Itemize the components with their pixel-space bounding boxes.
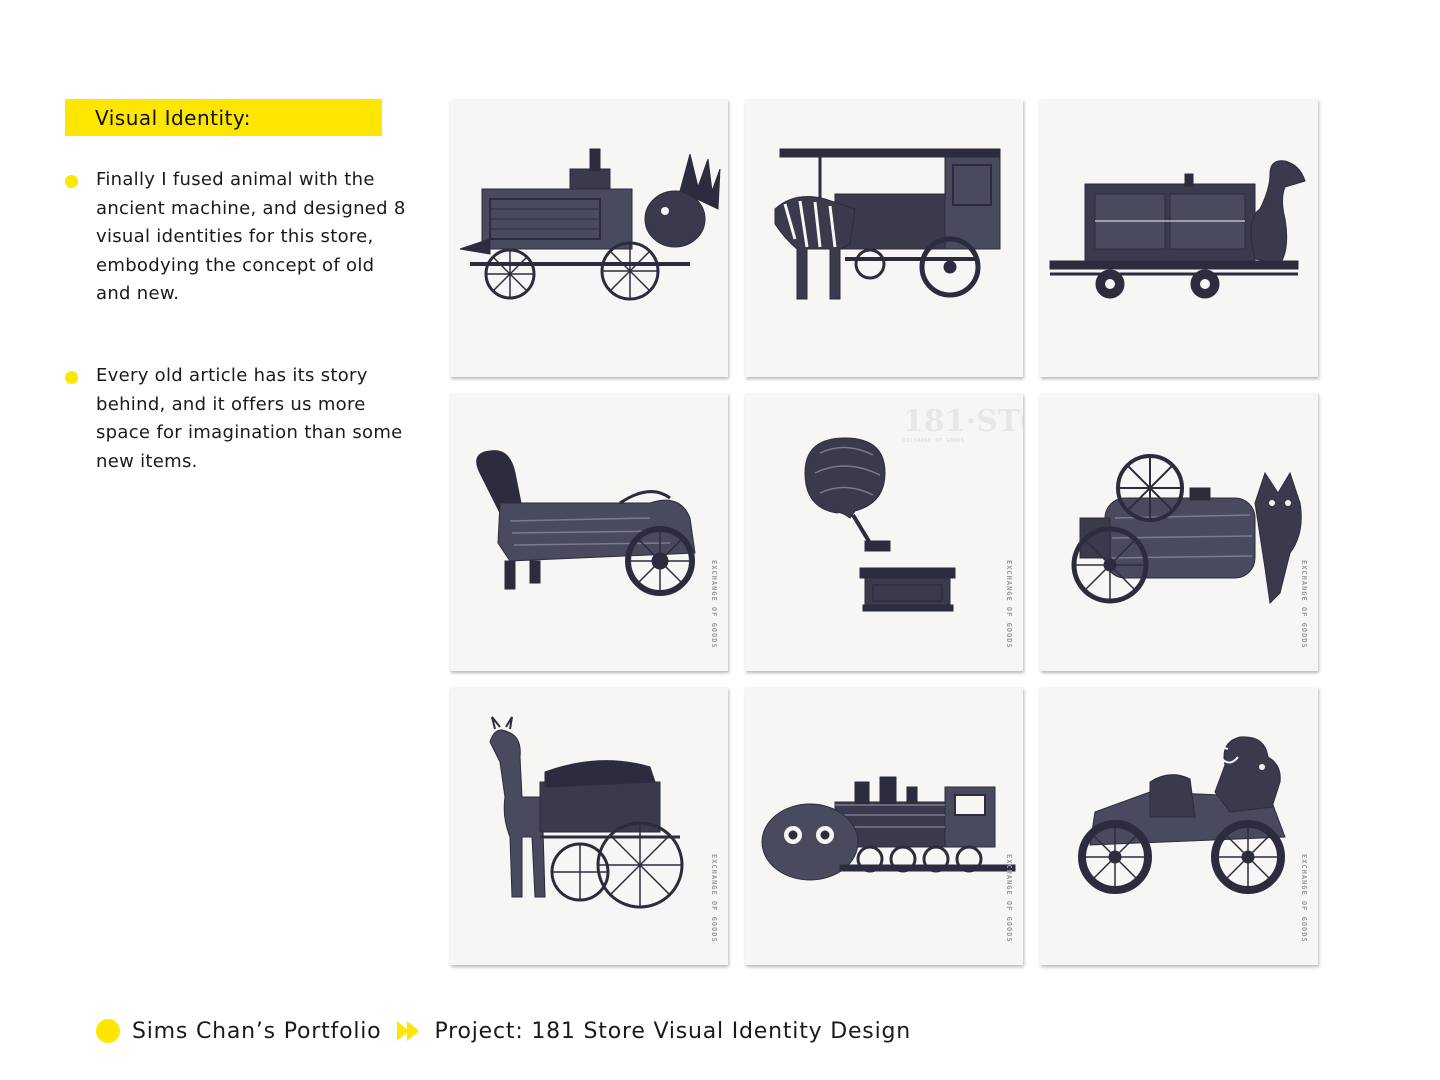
card-tag-text: EXCHANGE OF GOODS <box>710 854 718 943</box>
gramophone-illustration <box>804 437 956 612</box>
section-heading: Visual Identity: <box>65 99 382 136</box>
identity-card-monkey-locomotive[interactable]: EXCHANGE OF GOODS <box>745 687 1023 965</box>
monkey-locomotive-illustration <box>761 776 1016 881</box>
double-chevron-right-icon <box>397 1021 420 1041</box>
project-title: Project: 181 Store Visual Identity Desig… <box>434 1018 911 1044</box>
footer-dot-icon <box>96 1019 120 1043</box>
card-tag-text: EXCHANGE OF GOODS <box>1300 854 1308 943</box>
portfolio-footer: Sims Chan’s Portfolio Project: 181 Store… <box>96 1016 911 1046</box>
bullet-dot-icon <box>65 175 78 188</box>
dachshund-car-illustration <box>476 450 696 596</box>
card-tag-text: EXCHANGE OF GOODS <box>1005 560 1013 649</box>
cat-engine-illustration <box>1071 454 1302 605</box>
section-heading-text: Visual Identity: <box>95 105 251 130</box>
card-tag-text: EXCHANGE OF GOODS <box>710 560 718 649</box>
bullet-text: Finally I fused animal with the ancient … <box>96 169 406 305</box>
identity-card-zebra-carriage[interactable] <box>745 99 1023 377</box>
rooster-wagon-illustration <box>459 148 721 301</box>
bullet-list: Finally I fused animal with the ancient … <box>65 166 415 529</box>
card-tag-text: EXCHANGE OF GOODS <box>1005 854 1013 943</box>
bullet-item: Finally I fused animal with the ancient … <box>65 166 415 309</box>
bullet-dot-icon <box>65 370 78 384</box>
zebra-carriage-illustration <box>774 148 1001 300</box>
identity-card-dachshund-car[interactable]: EXCHANGE OF GOODS <box>450 393 728 671</box>
bullet-item: Every old article has its story behind, … <box>65 362 415 476</box>
identity-card-alpaca-cart[interactable]: EXCHANGE OF GOODS <box>450 687 728 965</box>
bullet-text: Every old article has its story behind, … <box>96 364 403 472</box>
alpaca-cart-illustration <box>489 716 684 909</box>
identity-card-ram-automobile[interactable]: EXCHANGE OF GOODS <box>1040 687 1318 965</box>
portfolio-name: Sims Chan’s Portfolio <box>132 1018 382 1044</box>
card-tag-text: EXCHANGE OF GOODS <box>1300 560 1308 649</box>
identity-card-gramophone[interactable]: 181·STORE EXCHANGE OF GOODS EXCHANGE OF … <box>745 393 1023 671</box>
identity-card-duck-railcar[interactable] <box>1040 99 1318 377</box>
portfolio-page: Visual Identity: Finally I fused animal … <box>0 0 1440 1080</box>
duck-railcar-illustration <box>1049 160 1306 299</box>
identity-card-grid: EXCHANGE OF GOODS 181·STORE EXCHANGE OF … <box>450 99 1320 967</box>
ram-automobile-illustration <box>1078 736 1286 894</box>
identity-card-rooster-wagon[interactable] <box>450 99 728 377</box>
identity-card-cat-engine[interactable]: EXCHANGE OF GOODS <box>1040 393 1318 671</box>
